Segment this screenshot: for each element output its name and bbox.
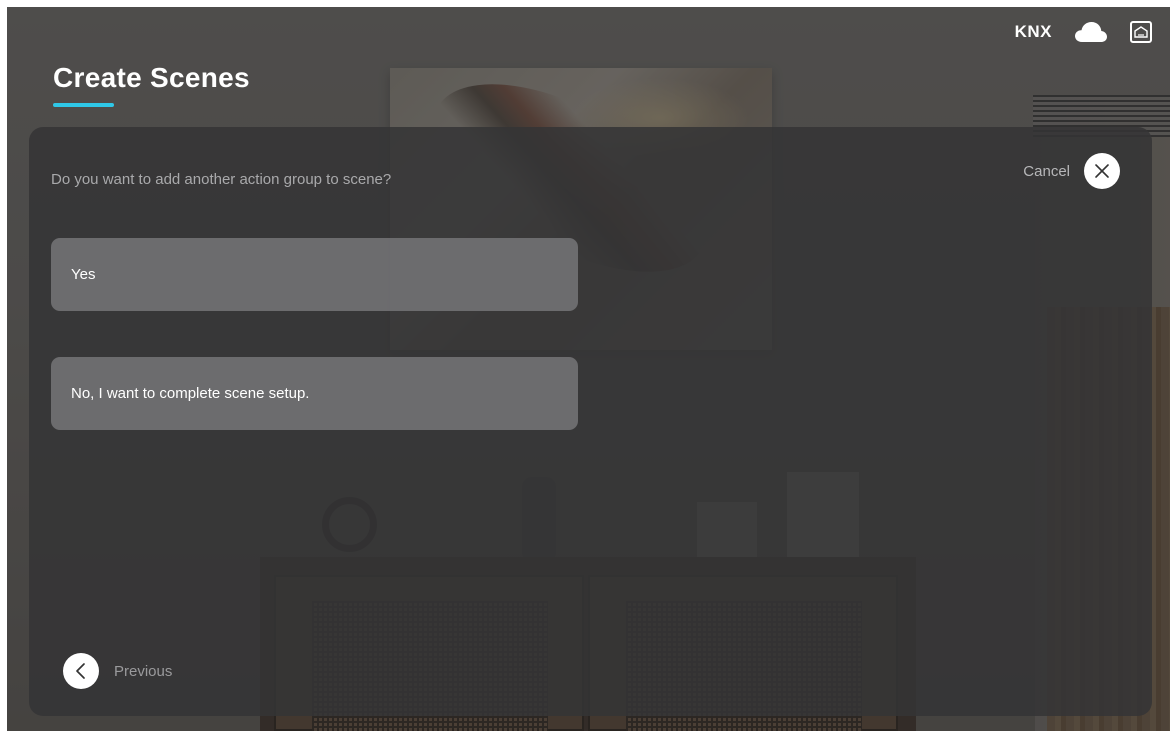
option-complete-setup-button[interactable]: No, I want to complete scene setup. (51, 357, 578, 430)
screen: KNX Create Scenes Do you want to add ano… (7, 7, 1170, 731)
cancel-button[interactable]: Cancel (1023, 153, 1120, 189)
dialog-prompt: Do you want to add another action group … (51, 171, 392, 188)
cloud-icon (1075, 22, 1107, 42)
status-bar: KNX (1015, 17, 1152, 47)
knx-status-label: KNX (1014, 22, 1052, 41)
title-underline (53, 103, 114, 107)
page-title: Create Scenes (53, 62, 250, 93)
option-yes-button[interactable]: Yes (51, 238, 578, 311)
dialog-panel: Do you want to add another action group … (29, 127, 1152, 716)
previous-label: Previous (114, 662, 173, 680)
home-glyph-icon (1134, 26, 1148, 38)
option-label: No, I want to complete scene setup. (71, 385, 310, 402)
option-label: Yes (71, 266, 96, 283)
cancel-label: Cancel (1023, 162, 1070, 180)
previous-button[interactable]: Previous (63, 653, 172, 689)
chevron-left-icon[interactable] (63, 653, 99, 689)
close-icon[interactable] (1084, 153, 1120, 189)
home-icon[interactable] (1130, 21, 1152, 43)
